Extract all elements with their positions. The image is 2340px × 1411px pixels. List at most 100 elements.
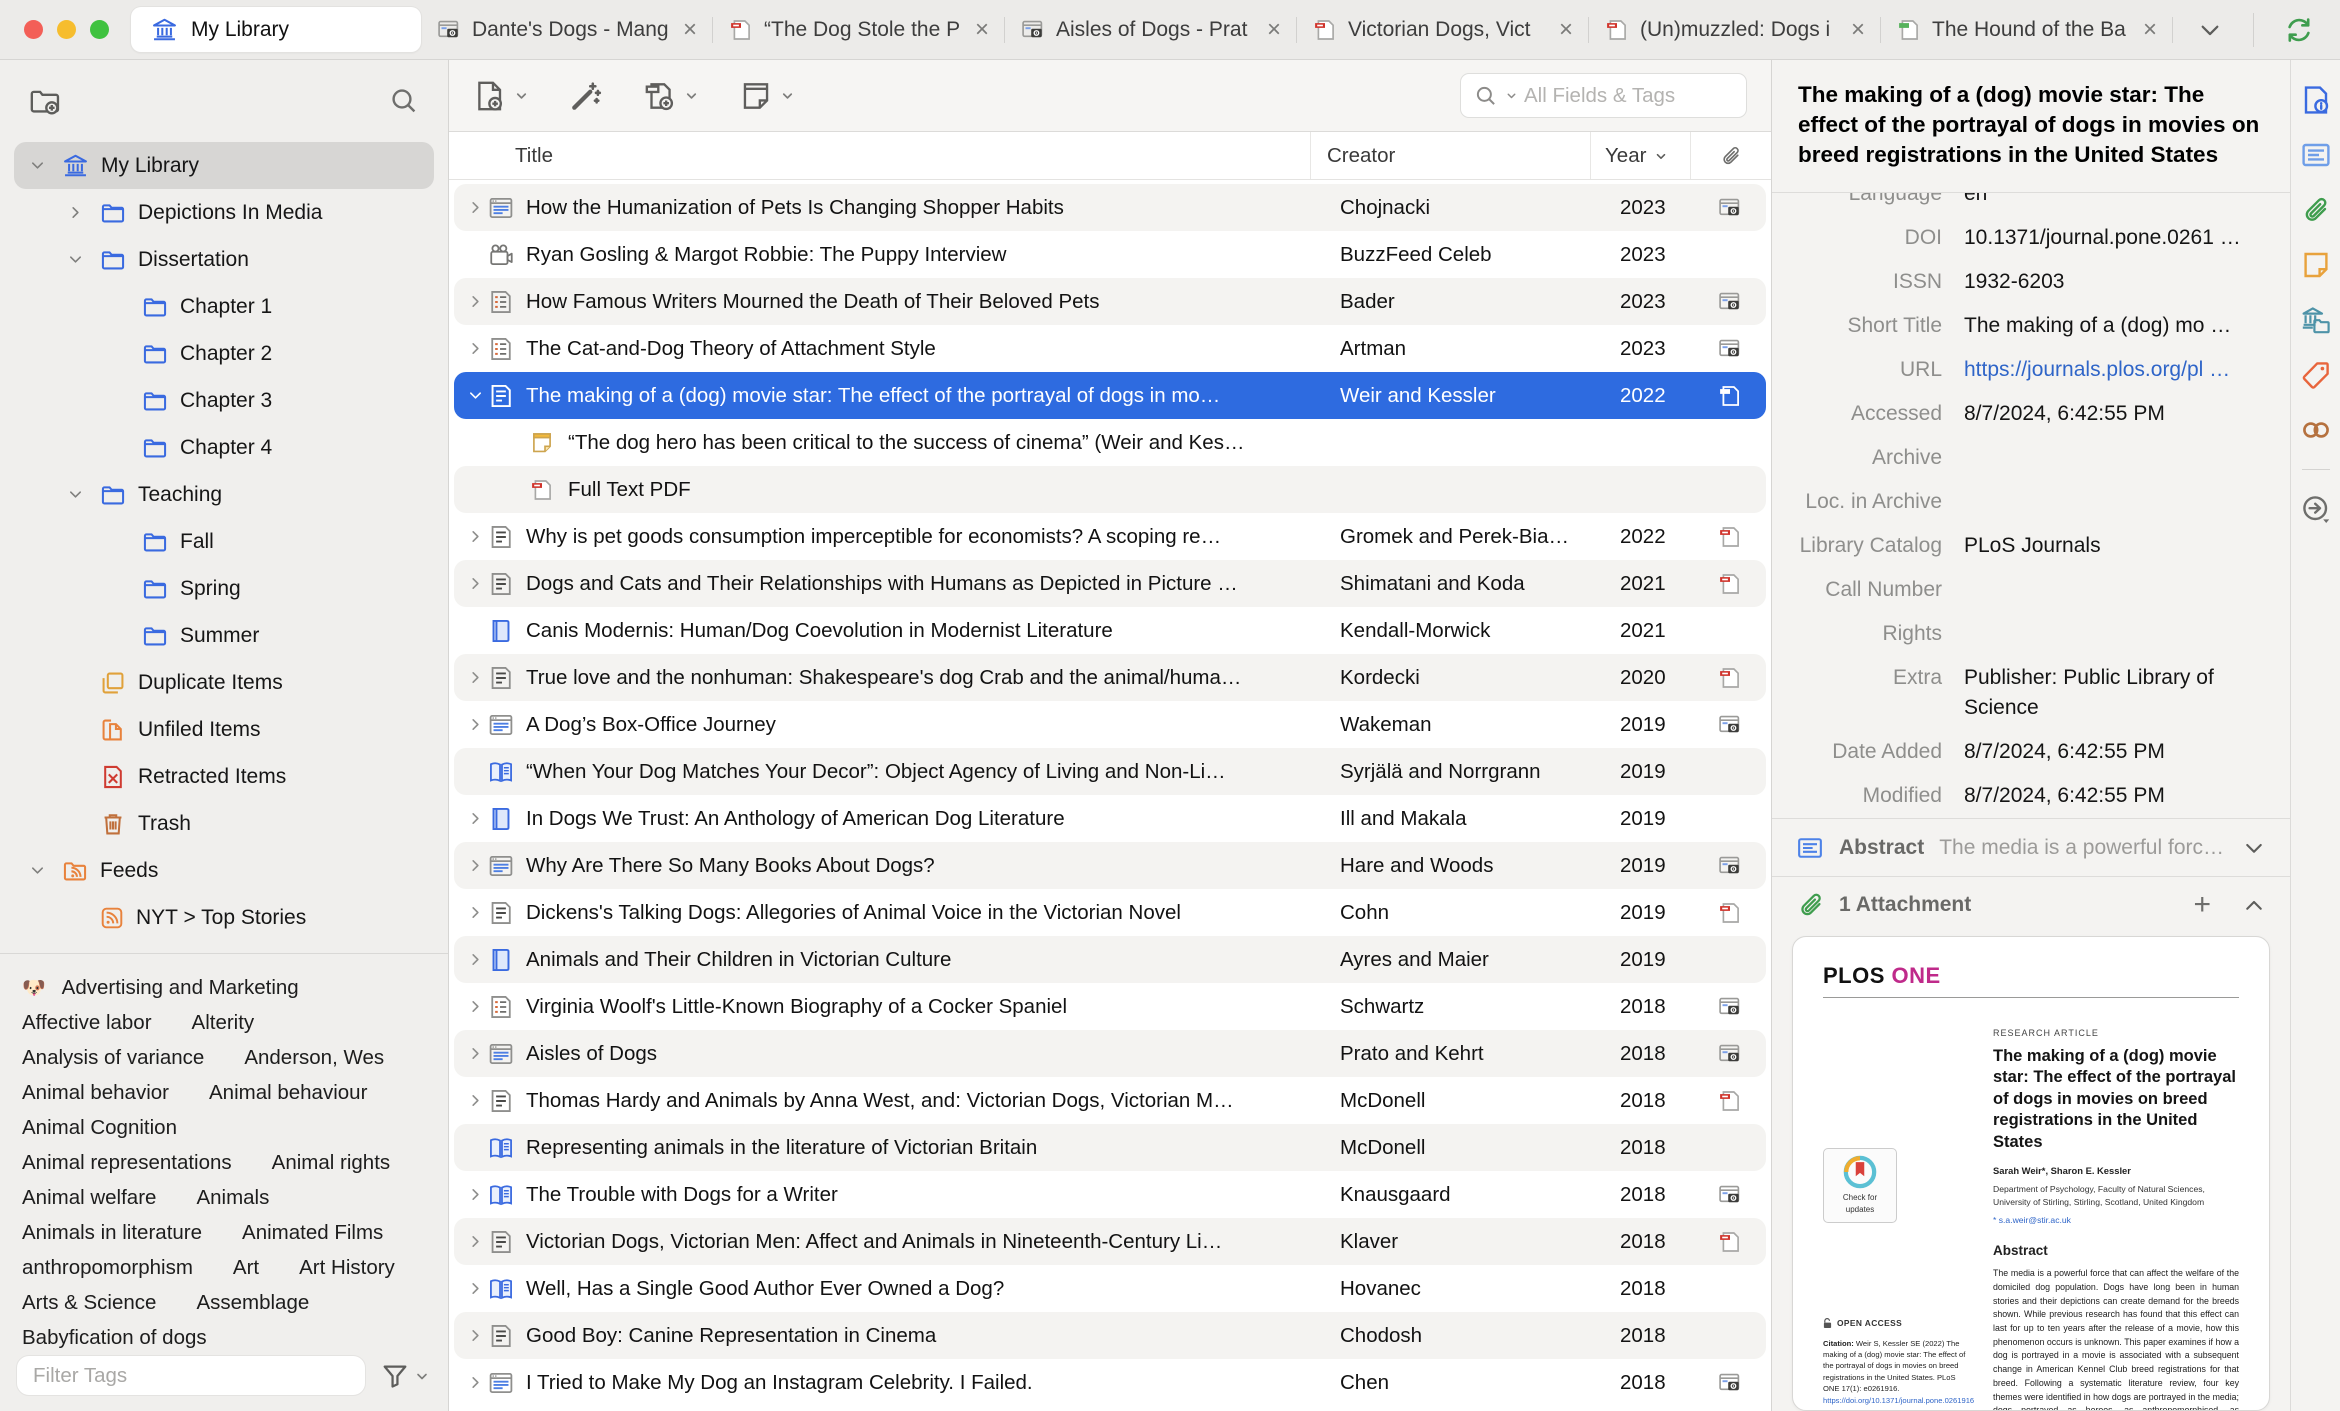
table-row[interactable]: Virginia Woolf's Little-Known Biography …: [454, 983, 1766, 1030]
tag-item[interactable]: Babyfication of dogs: [22, 1326, 207, 1350]
abstract-expand-chevron-down-icon[interactable]: [2242, 836, 2266, 860]
tab-3[interactable]: Aisles of Dogs - Prat ×: [1005, 0, 1297, 59]
tag-item[interactable]: Animated Films: [242, 1221, 383, 1245]
tag-item[interactable]: 🐶 Advertising and Marketing: [22, 976, 299, 1000]
tab-my-library[interactable]: My Library: [131, 7, 421, 52]
table-row[interactable]: Dogs and Cats and Their Relationships wi…: [454, 560, 1766, 607]
table-row[interactable]: Victorian Dogs, Victorian Men: Affect an…: [454, 1218, 1766, 1265]
sidebar-item-feeds[interactable]: Feeds: [0, 847, 448, 894]
tab-close-icon[interactable]: ×: [683, 17, 697, 42]
zoom-window-button[interactable]: [90, 20, 109, 39]
sidebar-item-spring[interactable]: Spring: [0, 565, 448, 612]
tag-item[interactable]: Animal behavior: [22, 1081, 169, 1105]
tag-item[interactable]: Animal behaviour: [209, 1081, 367, 1105]
table-row[interactable]: “When Your Dog Matches Your Decor”: Obje…: [454, 748, 1766, 795]
sidenav-abstract-icon[interactable]: [2300, 139, 2332, 171]
sidebar-item-teaching[interactable]: Teaching: [0, 471, 448, 518]
creator-column-header[interactable]: Creator: [1311, 132, 1591, 179]
tag-filter-chevron-down-icon[interactable]: [414, 1368, 430, 1384]
table-row[interactable]: How Famous Writers Mourned the Death of …: [454, 278, 1766, 325]
sidebar-item-retracted-items[interactable]: Retracted Items: [0, 753, 448, 800]
field-value[interactable]: https://journals.plos.org/pl …: [1964, 348, 2230, 392]
table-row[interactable]: Representing animals in the literature o…: [454, 1124, 1766, 1171]
table-row[interactable]: True love and the nonhuman: Shakespeare'…: [454, 654, 1766, 701]
sidenav-locate-icon[interactable]: [2300, 493, 2332, 525]
tab-close-icon[interactable]: ×: [1267, 17, 1281, 42]
table-row[interactable]: The making of a (dog) movie star: The ef…: [454, 372, 1766, 419]
new-item-button[interactable]: [473, 79, 529, 113]
tab-1[interactable]: Dante's Dogs - Mang ×: [421, 0, 713, 59]
year-column-header[interactable]: Year: [1591, 132, 1691, 179]
sidebar-item-summer[interactable]: Summer: [0, 612, 448, 659]
sidebar-item-fall[interactable]: Fall: [0, 518, 448, 565]
tag-item[interactable]: Animals in literature: [22, 1221, 202, 1245]
tag-item[interactable]: Anderson, Wes: [244, 1046, 384, 1070]
sidebar-item-depictions-in-media[interactable]: Depictions In Media: [0, 189, 448, 236]
attachment-preview-card[interactable]: PLOS ONE Check for updates OPEN ACCESS C…: [1792, 936, 2270, 1411]
tab-close-icon[interactable]: ×: [1851, 17, 1865, 42]
sidebar-item-chapter-2[interactable]: Chapter 2: [0, 330, 448, 377]
search-input[interactable]: [1524, 83, 1734, 108]
tag-item[interactable]: Affective labor: [22, 1011, 152, 1035]
tab-close-icon[interactable]: ×: [975, 17, 989, 42]
table-row[interactable]: Animals and Their Children in Victorian …: [454, 936, 1766, 983]
sidebar-item-chapter-3[interactable]: Chapter 3: [0, 377, 448, 424]
tag-item[interactable]: Art: [233, 1256, 259, 1280]
sidenav-libraries-icon[interactable]: [2300, 304, 2332, 336]
tab-5[interactable]: (Un)muzzled: Dogs i ×: [1589, 0, 1881, 59]
table-row[interactable]: Good Boy: Canine Representation in Cinem…: [454, 1312, 1766, 1359]
table-row[interactable]: Why is pet goods consumption imperceptib…: [454, 513, 1766, 560]
filter-tags-input[interactable]: [16, 1355, 366, 1396]
sidebar-item-my-library[interactable]: My Library: [14, 142, 434, 189]
sync-icon[interactable]: [2284, 15, 2314, 45]
tab-close-icon[interactable]: ×: [2143, 17, 2157, 42]
tag-item[interactable]: Alterity: [192, 1011, 255, 1035]
tab-4[interactable]: Victorian Dogs, Vict ×: [1297, 0, 1589, 59]
sidenav-tags-icon[interactable]: [2300, 359, 2332, 391]
minimize-window-button[interactable]: [57, 20, 76, 39]
add-attachment-plus-icon[interactable]: +: [2193, 889, 2211, 920]
tag-item[interactable]: Analysis of variance: [22, 1046, 204, 1070]
close-window-button[interactable]: [24, 20, 43, 39]
tag-item[interactable]: Assemblage: [196, 1291, 309, 1315]
table-row[interactable]: How the Humanization of Pets Is Changing…: [454, 184, 1766, 231]
title-column-header[interactable]: Title: [449, 132, 1311, 179]
sidebar-item-dissertation[interactable]: Dissertation: [0, 236, 448, 283]
table-row[interactable]: Aisles of Dogs Prato and Kehrt 2018: [454, 1030, 1766, 1077]
table-row[interactable]: The Trouble with Dogs for a Writer Knausg…: [454, 1171, 1766, 1218]
tab-overflow-chevron-down-icon[interactable]: [2197, 17, 2223, 43]
sidebar-item-nyt-top-stories[interactable]: NYT > Top Stories: [0, 894, 448, 941]
tag-item[interactable]: Animal welfare: [22, 1186, 156, 1210]
sidenav-notes-icon[interactable]: [2300, 249, 2332, 281]
tab-close-icon[interactable]: ×: [1559, 17, 1573, 42]
attachment-column-header[interactable]: [1691, 132, 1771, 179]
table-row[interactable]: Full Text PDF: [454, 466, 1766, 513]
table-row[interactable]: I Tried to Make My Dog an Instagram Cele…: [454, 1359, 1766, 1406]
sidenav-attachments-icon[interactable]: [2300, 194, 2332, 226]
tab-6[interactable]: The Hound of the Ba ×: [1881, 0, 2173, 59]
table-row[interactable]: Thomas Hardy and Animals by Anna West, a…: [454, 1077, 1766, 1124]
table-row[interactable]: The Cat-and-Dog Theory of Attachment Sty…: [454, 325, 1766, 372]
add-by-identifier-button[interactable]: [569, 79, 603, 113]
tag-item[interactable]: Animal representations: [22, 1151, 232, 1175]
attachments-collapse-chevron-up-icon[interactable]: [2242, 893, 2266, 917]
sidebar-item-trash[interactable]: Trash: [0, 800, 448, 847]
tag-item[interactable]: anthropomorphism: [22, 1256, 193, 1280]
new-collection-icon[interactable]: [28, 84, 62, 118]
search-scope-chevron-down-icon[interactable]: [1505, 89, 1518, 102]
sidebar-item-duplicate-items[interactable]: Duplicate Items: [0, 659, 448, 706]
tag-item[interactable]: Animals: [196, 1186, 269, 1210]
table-row[interactable]: A Dog’s Box-Office Journey Wakeman 2019: [454, 701, 1766, 748]
tag-filter-funnel-icon[interactable]: [380, 1361, 410, 1391]
sidenav-info-icon[interactable]: [2300, 84, 2332, 116]
table-row[interactable]: Dickens's Talking Dogs: Allegories of An…: [454, 889, 1766, 936]
tag-item[interactable]: Arts & Science: [22, 1291, 156, 1315]
table-row[interactable]: Ryan Gosling & Margot Robbie: The Puppy …: [454, 231, 1766, 278]
table-row[interactable]: Well, Has a Single Good Author Ever Owne…: [454, 1265, 1766, 1312]
sidebar-item-chapter-4[interactable]: Chapter 4: [0, 424, 448, 471]
table-row[interactable]: Why Are There So Many Books About Dogs? H…: [454, 842, 1766, 889]
collection-search-icon[interactable]: [388, 85, 420, 117]
add-attachment-button[interactable]: [643, 79, 699, 113]
table-row[interactable]: Canis Modernis: Human/Dog Coevolution in…: [454, 607, 1766, 654]
table-row[interactable]: “The dog hero has been critical to the s…: [454, 419, 1766, 466]
